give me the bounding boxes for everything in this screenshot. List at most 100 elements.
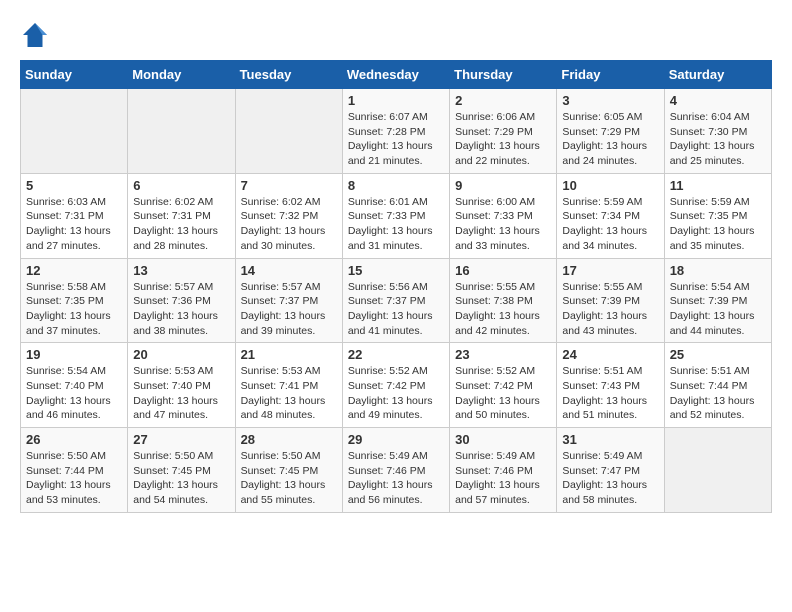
day-number: 25 — [670, 347, 766, 362]
calendar-cell — [21, 89, 128, 174]
day-number: 2 — [455, 93, 551, 108]
day-info: Sunrise: 5:59 AM Sunset: 7:35 PM Dayligh… — [670, 195, 766, 254]
calendar-cell: 14Sunrise: 5:57 AM Sunset: 7:37 PM Dayli… — [235, 258, 342, 343]
calendar-cell: 21 Sunrise: 5:53 AM Sunset: 7:41 PM Dayli… — [235, 343, 342, 428]
weekday-header: Sunday — [21, 61, 128, 89]
day-info: Sunrise: 5:54 AM Sunset: 7:39 PM Dayligh… — [670, 280, 766, 339]
day-info: Sunrise: 5:51 AM Sunset: 7:44 PM Dayligh… — [670, 364, 766, 423]
day-info: Sunrise: 5:53 AM Sunset: 7:41 PM Dayligh… — [241, 364, 337, 423]
day-number: 16 — [455, 263, 551, 278]
calendar-cell: 2 Sunrise: 6:06 AM Sunset: 7:29 PM Daylig… — [450, 89, 557, 174]
page-header — [20, 20, 772, 50]
day-number: 15 — [348, 263, 444, 278]
calendar-cell: 12Sunrise: 5:58 AM Sunset: 7:35 PM Dayli… — [21, 258, 128, 343]
day-number: 29 — [348, 432, 444, 447]
day-info: Sunrise: 6:05 AM Sunset: 7:29 PM Dayligh… — [562, 110, 658, 169]
day-info: Sunrise: 5:56 AM Sunset: 7:37 PM Dayligh… — [348, 280, 444, 339]
day-info: Sunrise: 6:06 AM Sunset: 7:29 PM Dayligh… — [455, 110, 551, 169]
day-info: Sunrise: 5:57 AM Sunset: 7:36 PM Dayligh… — [133, 280, 229, 339]
logo-icon — [20, 20, 50, 50]
calendar-cell: 16 Sunrise: 5:55 AM Sunset: 7:38 PM Dayli… — [450, 258, 557, 343]
day-info: Sunrise: 5:54 AM Sunset: 7:40 PM Dayligh… — [26, 364, 122, 423]
calendar-cell — [664, 428, 771, 513]
day-number: 10 — [562, 178, 658, 193]
day-info: Sunrise: 5:52 AM Sunset: 7:42 PM Dayligh… — [348, 364, 444, 423]
calendar-cell: 19 Sunrise: 5:54 AM Sunset: 7:40 PM Dayli… — [21, 343, 128, 428]
day-info: Sunrise: 5:53 AM Sunset: 7:40 PM Dayligh… — [133, 364, 229, 423]
calendar-cell: 29 Sunrise: 5:49 AM Sunset: 7:46 PM Dayli… — [342, 428, 449, 513]
day-number: 1 — [348, 93, 444, 108]
day-number: 31 — [562, 432, 658, 447]
calendar-cell: 27 Sunrise: 5:50 AM Sunset: 7:45 PM Dayli… — [128, 428, 235, 513]
calendar-cell: 11 Sunrise: 5:59 AM Sunset: 7:35 PM Dayli… — [664, 173, 771, 258]
day-number: 6 — [133, 178, 229, 193]
day-number: 21 — [241, 347, 337, 362]
day-number: 27 — [133, 432, 229, 447]
calendar-cell: 24 Sunrise: 5:51 AM Sunset: 7:43 PM Dayli… — [557, 343, 664, 428]
calendar-cell: 7 Sunrise: 6:02 AM Sunset: 7:32 PM Daylig… — [235, 173, 342, 258]
calendar-week-row: 5Sunrise: 6:03 AM Sunset: 7:31 PM Daylig… — [21, 173, 772, 258]
calendar-cell: 20Sunrise: 5:53 AM Sunset: 7:40 PM Dayli… — [128, 343, 235, 428]
day-info: Sunrise: 6:02 AM Sunset: 7:31 PM Dayligh… — [133, 195, 229, 254]
day-info: Sunrise: 5:51 AM Sunset: 7:43 PM Dayligh… — [562, 364, 658, 423]
day-number: 8 — [348, 178, 444, 193]
day-info: Sunrise: 5:55 AM Sunset: 7:39 PM Dayligh… — [562, 280, 658, 339]
weekday-header: Thursday — [450, 61, 557, 89]
day-info: Sunrise: 5:49 AM Sunset: 7:46 PM Dayligh… — [348, 449, 444, 508]
day-number: 13 — [133, 263, 229, 278]
day-number: 22 — [348, 347, 444, 362]
day-info: Sunrise: 6:01 AM Sunset: 7:33 PM Dayligh… — [348, 195, 444, 254]
day-number: 4 — [670, 93, 766, 108]
calendar-cell: 8 Sunrise: 6:01 AM Sunset: 7:33 PM Daylig… — [342, 173, 449, 258]
day-info: Sunrise: 5:58 AM Sunset: 7:35 PM Dayligh… — [26, 280, 122, 339]
day-info: Sunrise: 5:52 AM Sunset: 7:42 PM Dayligh… — [455, 364, 551, 423]
calendar-cell — [128, 89, 235, 174]
day-info: Sunrise: 6:02 AM Sunset: 7:32 PM Dayligh… — [241, 195, 337, 254]
calendar-cell — [235, 89, 342, 174]
day-info: Sunrise: 5:59 AM Sunset: 7:34 PM Dayligh… — [562, 195, 658, 254]
day-info: Sunrise: 6:03 AM Sunset: 7:31 PM Dayligh… — [26, 195, 122, 254]
calendar-cell: 3 Sunrise: 6:05 AM Sunset: 7:29 PM Daylig… — [557, 89, 664, 174]
calendar-cell: 13 Sunrise: 5:57 AM Sunset: 7:36 PM Dayli… — [128, 258, 235, 343]
calendar-cell: 9Sunrise: 6:00 AM Sunset: 7:33 PM Daylig… — [450, 173, 557, 258]
day-number: 17 — [562, 263, 658, 278]
calendar-cell: 18 Sunrise: 5:54 AM Sunset: 7:39 PM Dayli… — [664, 258, 771, 343]
logo — [20, 20, 54, 50]
calendar-cell: 31 Sunrise: 5:49 AM Sunset: 7:47 PM Dayli… — [557, 428, 664, 513]
day-info: Sunrise: 6:00 AM Sunset: 7:33 PM Dayligh… — [455, 195, 551, 254]
day-info: Sunrise: 6:04 AM Sunset: 7:30 PM Dayligh… — [670, 110, 766, 169]
calendar-cell: 15 Sunrise: 5:56 AM Sunset: 7:37 PM Dayli… — [342, 258, 449, 343]
day-number: 3 — [562, 93, 658, 108]
day-number: 23 — [455, 347, 551, 362]
day-number: 14 — [241, 263, 337, 278]
calendar-cell: 6 Sunrise: 6:02 AM Sunset: 7:31 PM Daylig… — [128, 173, 235, 258]
day-number: 30 — [455, 432, 551, 447]
day-number: 11 — [670, 178, 766, 193]
weekday-header: Wednesday — [342, 61, 449, 89]
day-number: 18 — [670, 263, 766, 278]
calendar-cell: 5Sunrise: 6:03 AM Sunset: 7:31 PM Daylig… — [21, 173, 128, 258]
calendar-table: SundayMondayTuesdayWednesdayThursdayFrid… — [20, 60, 772, 513]
day-number: 19 — [26, 347, 122, 362]
calendar-week-row: 1 Sunrise: 6:07 AM Sunset: 7:28 PM Daylig… — [21, 89, 772, 174]
calendar-week-row: 12Sunrise: 5:58 AM Sunset: 7:35 PM Dayli… — [21, 258, 772, 343]
weekday-header: Tuesday — [235, 61, 342, 89]
day-number: 28 — [241, 432, 337, 447]
day-info: Sunrise: 6:07 AM Sunset: 7:28 PM Dayligh… — [348, 110, 444, 169]
weekday-header: Friday — [557, 61, 664, 89]
day-info: Sunrise: 5:50 AM Sunset: 7:44 PM Dayligh… — [26, 449, 122, 508]
day-info: Sunrise: 5:49 AM Sunset: 7:47 PM Dayligh… — [562, 449, 658, 508]
day-info: Sunrise: 5:50 AM Sunset: 7:45 PM Dayligh… — [133, 449, 229, 508]
day-info: Sunrise: 5:55 AM Sunset: 7:38 PM Dayligh… — [455, 280, 551, 339]
calendar-week-row: 26 Sunrise: 5:50 AM Sunset: 7:44 PM Dayli… — [21, 428, 772, 513]
day-number: 7 — [241, 178, 337, 193]
day-number: 24 — [562, 347, 658, 362]
calendar-cell: 4 Sunrise: 6:04 AM Sunset: 7:30 PM Daylig… — [664, 89, 771, 174]
calendar-cell: 1 Sunrise: 6:07 AM Sunset: 7:28 PM Daylig… — [342, 89, 449, 174]
calendar-cell: 23 Sunrise: 5:52 AM Sunset: 7:42 PM Dayli… — [450, 343, 557, 428]
day-number: 26 — [26, 432, 122, 447]
calendar-cell: 30Sunrise: 5:49 AM Sunset: 7:46 PM Dayli… — [450, 428, 557, 513]
calendar-cell: 17 Sunrise: 5:55 AM Sunset: 7:39 PM Dayli… — [557, 258, 664, 343]
calendar-cell: 22 Sunrise: 5:52 AM Sunset: 7:42 PM Dayli… — [342, 343, 449, 428]
calendar-cell: 26 Sunrise: 5:50 AM Sunset: 7:44 PM Dayli… — [21, 428, 128, 513]
